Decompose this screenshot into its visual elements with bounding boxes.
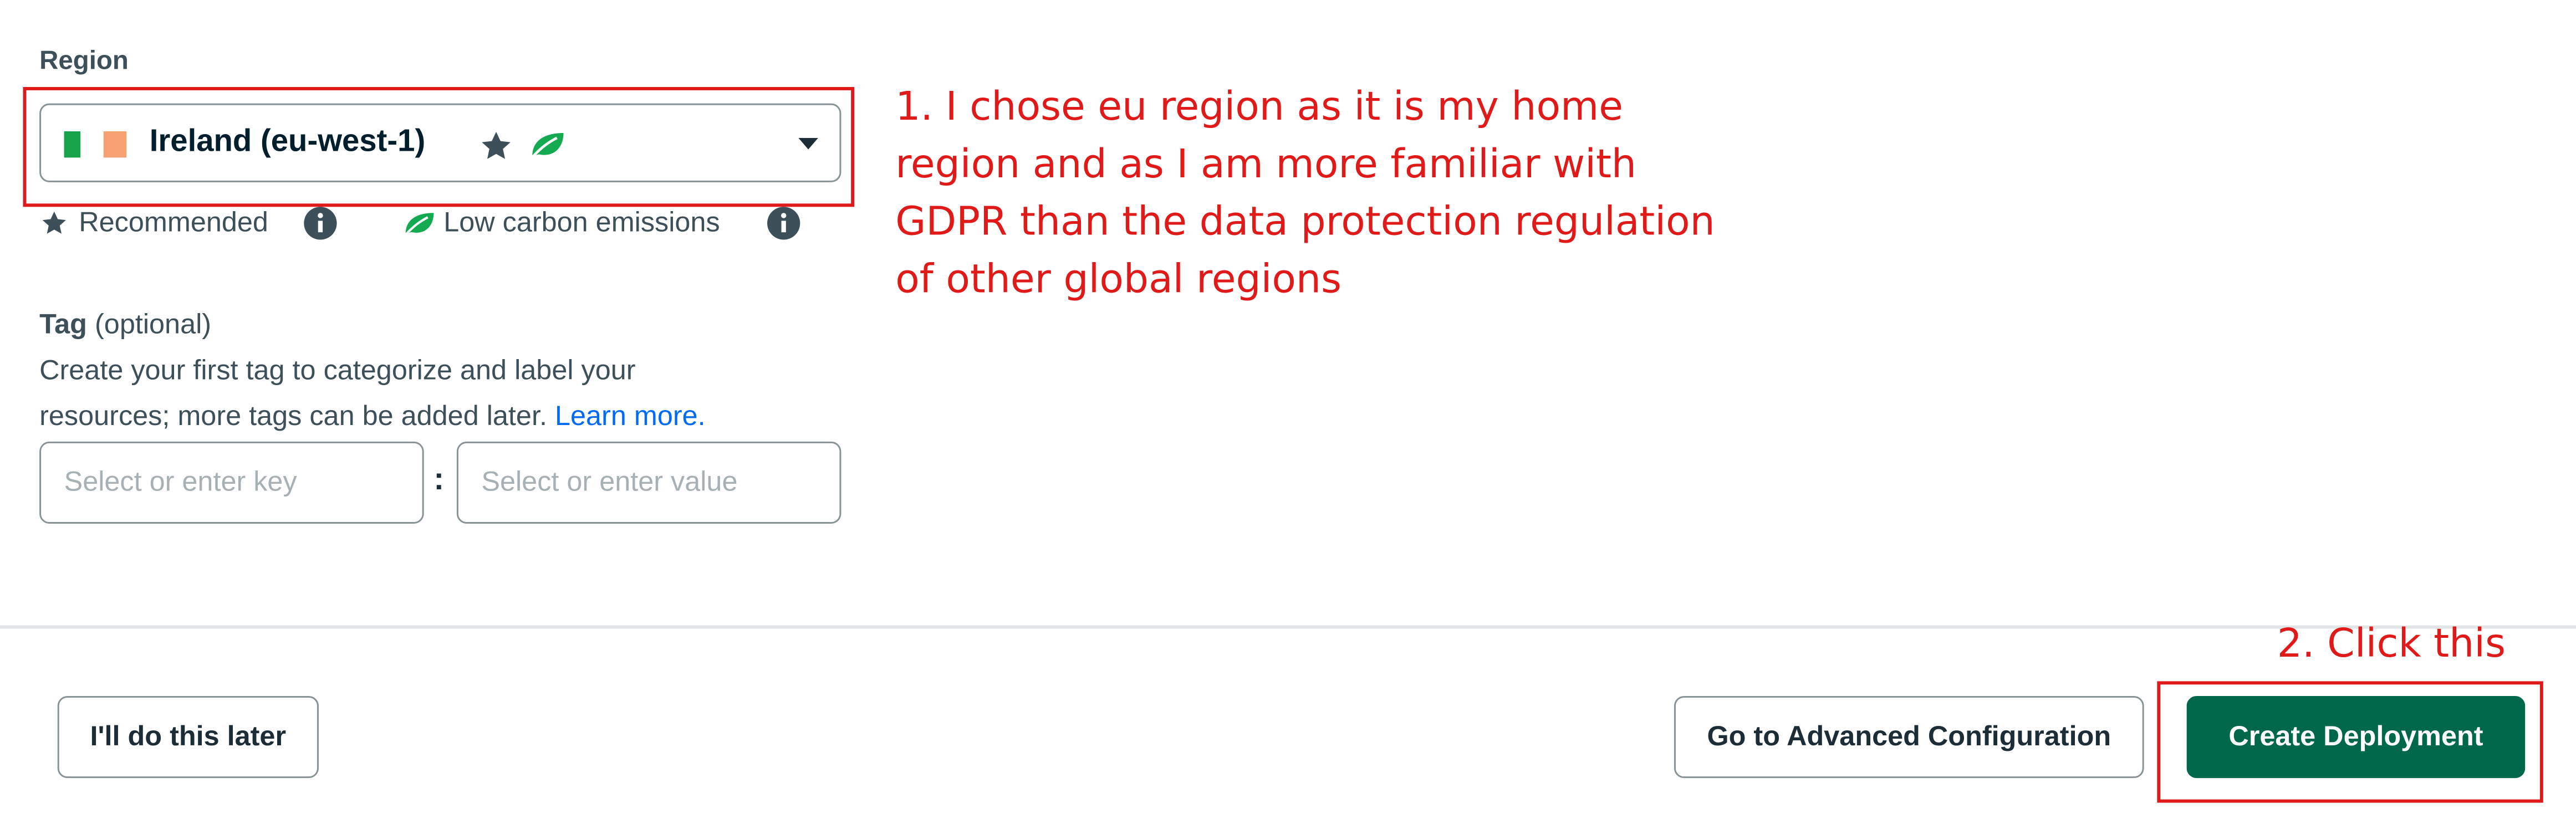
tag-optional: (optional) [95, 308, 212, 340]
annotation-highlight-region [23, 87, 855, 207]
region-label: Region [39, 47, 129, 76]
deployment-setup-screen: Region Ireland (eu-west-1) Recommended L… [0, 0, 2576, 829]
footer-divider [0, 625, 2576, 629]
tag-description-line2: resources; more tags can be added later.… [39, 401, 706, 433]
tag-label: Tag (optional) [39, 309, 211, 341]
do-this-later-button[interactable]: I'll do this later [57, 696, 319, 779]
annotation-note-1-line: GDPR than the data protection regulation [895, 198, 1715, 245]
tag-separator: : [433, 463, 445, 498]
tag-value-input[interactable] [456, 441, 841, 524]
tag-key-input[interactable] [39, 441, 424, 524]
advanced-configuration-button[interactable]: Go to Advanced Configuration [1674, 696, 2144, 779]
recommended-label: Recommended [79, 207, 268, 238]
leaf-icon [403, 213, 434, 238]
annotation-note-1: 1. I chose eu region as it is my home re… [895, 79, 1715, 309]
learn-more-link[interactable]: Learn more. [555, 401, 706, 432]
low-carbon-label: Low carbon emissions [443, 207, 720, 238]
annotation-note-1-line: region and as I am more familiar with [895, 141, 1636, 187]
star-icon [42, 211, 66, 234]
info-icon[interactable] [302, 205, 338, 241]
annotation-note-2: 2. Click this [2277, 620, 2506, 667]
tag-title: Tag [39, 308, 87, 340]
tag-description-text: resources; more tags can be added later. [39, 400, 547, 432]
annotation-note-1-line: of other global regions [895, 256, 1342, 303]
tag-description-line1: Create your first tag to categorize and … [39, 354, 636, 386]
annotation-highlight-create [2157, 681, 2543, 803]
annotation-note-1-line: 1. I chose eu region as it is my home [895, 84, 1624, 130]
info-icon[interactable] [766, 205, 802, 241]
